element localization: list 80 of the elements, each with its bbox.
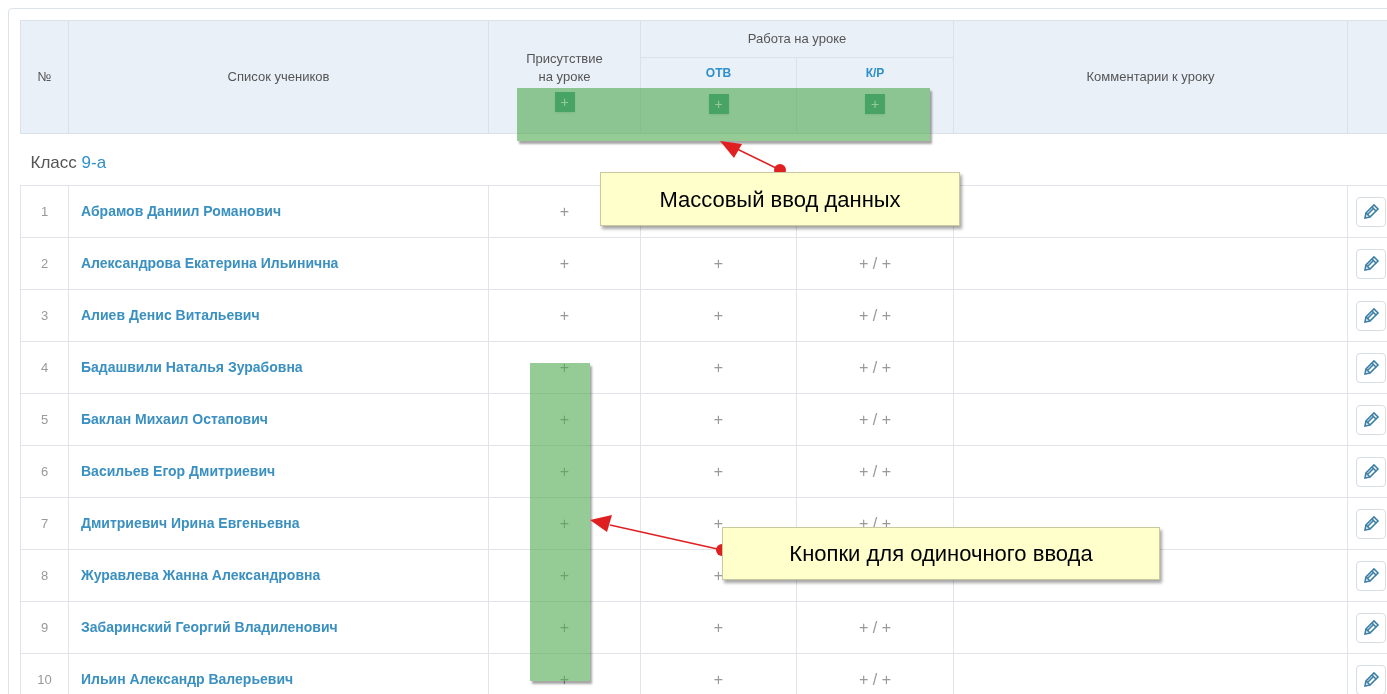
student-link[interactable]: Ильин Александр Валерьевич (81, 671, 294, 687)
row-number: 3 (40, 307, 49, 323)
student-link[interactable]: Забаринский Георгий Владиленович (81, 619, 338, 635)
add-mark-button[interactable]: + / + (859, 459, 891, 484)
student-link[interactable]: Журавлева Жанна Александровна (81, 567, 321, 583)
edit-button[interactable] (1356, 664, 1386, 694)
mass-add-button[interactable]: + (865, 94, 885, 114)
header-label: Список учеников (227, 69, 330, 85)
edit-button[interactable] (1356, 404, 1386, 435)
add-mark-button[interactable]: + / + (859, 303, 891, 328)
add-mark-button[interactable]: + / + (859, 615, 891, 640)
edit-button[interactable] (1356, 456, 1386, 487)
row-number: 8 (40, 567, 49, 583)
student-link[interactable]: Алиев Денис Витальевич (81, 307, 260, 323)
add-mark-button[interactable]: + / + (859, 355, 891, 380)
add-mark-button[interactable]: + (559, 355, 570, 380)
student-link[interactable]: Баклан Михаил Остапович (81, 411, 268, 427)
student-link[interactable]: Дмитриевич Ирина Евгеньевна (81, 515, 300, 531)
edit-button[interactable] (1356, 248, 1386, 279)
add-mark-button[interactable]: + (713, 355, 724, 380)
pencil-icon (1361, 409, 1381, 430)
pencil-icon (1361, 305, 1381, 326)
header-label: Работа на уроке (747, 31, 847, 47)
pencil-icon (1361, 253, 1381, 274)
row-number: 10 (37, 671, 52, 687)
student-link[interactable]: Бадашвили Наталья Зурабовна (81, 359, 303, 375)
add-mark-button[interactable]: + (559, 615, 570, 640)
student-link[interactable]: Александрова Екатерина Ильинична (81, 255, 339, 271)
add-mark-button[interactable]: + (559, 563, 570, 588)
add-mark-button[interactable]: + (713, 563, 724, 588)
pencil-icon (1361, 461, 1381, 482)
add-mark-button[interactable]: + (713, 303, 724, 328)
class-link[interactable]: 9-а (81, 152, 107, 172)
edit-button[interactable] (1356, 300, 1386, 331)
add-mark-button[interactable]: + (713, 407, 724, 432)
row-number: 9 (40, 619, 49, 635)
annotation-tooltip: Массовый ввод данных (600, 172, 960, 226)
add-mark-button[interactable]: + (713, 511, 724, 536)
pencil-icon (1361, 201, 1381, 222)
add-mark-button[interactable]: + (559, 251, 570, 276)
add-mark-button[interactable]: + / + (859, 407, 891, 432)
add-mark-button[interactable]: + (559, 303, 570, 328)
edit-button[interactable] (1356, 196, 1386, 227)
mass-add-button[interactable]: + (708, 94, 729, 114)
add-mark-button[interactable]: + (559, 511, 570, 536)
add-mark-button[interactable]: + (713, 667, 724, 692)
annotation-tooltip: Кнопки для одиночного ввода (722, 527, 1160, 580)
add-mark-button[interactable]: + / + (859, 251, 891, 276)
edit-button[interactable] (1356, 612, 1386, 643)
add-mark-button[interactable]: + (713, 615, 724, 640)
header-label: К/Р (865, 65, 885, 82)
add-mark-button[interactable]: + (559, 667, 570, 692)
header-label: Комментарии к уроку (1086, 69, 1215, 85)
pencil-icon (1361, 669, 1381, 690)
add-mark-button[interactable]: + (559, 199, 570, 224)
header-label: ОТВ (705, 65, 732, 82)
edit-button[interactable] (1356, 352, 1386, 383)
row-number: 6 (40, 463, 49, 479)
edit-button[interactable] (1356, 508, 1386, 539)
add-mark-button[interactable]: + (559, 459, 570, 484)
row-number: 4 (40, 359, 49, 375)
pencil-icon (1361, 565, 1381, 586)
student-link[interactable]: Васильев Егор Дмитриевич (81, 463, 276, 479)
row-number: 2 (40, 255, 49, 271)
mass-add-button[interactable]: + (554, 92, 575, 112)
header-label: Присутствие на уроке (526, 50, 603, 86)
edit-button[interactable] (1356, 560, 1386, 591)
pencil-icon (1361, 617, 1381, 638)
header-label: № (37, 69, 52, 85)
row-number: 7 (40, 515, 49, 531)
add-mark-button[interactable]: + (713, 459, 724, 484)
pencil-icon (1361, 357, 1381, 378)
pencil-icon (1361, 513, 1381, 534)
row-number: 5 (40, 411, 49, 427)
group-label: Класс (30, 152, 77, 172)
row-number: 1 (40, 203, 49, 219)
student-link[interactable]: Абрамов Даниил Романович (81, 203, 281, 219)
add-mark-button[interactable]: + / + (859, 667, 891, 692)
add-mark-button[interactable]: + (713, 251, 724, 276)
add-mark-button[interactable]: + (559, 407, 570, 432)
